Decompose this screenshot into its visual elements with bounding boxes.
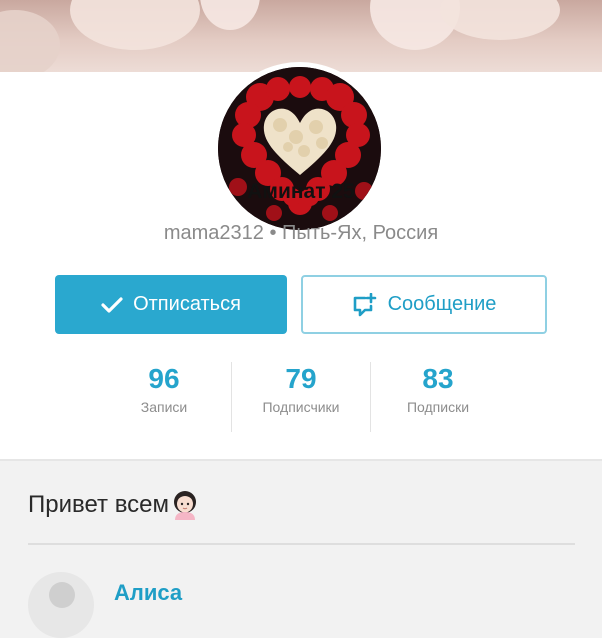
profile-status: Привет всем xyxy=(28,490,198,520)
section-divider xyxy=(0,459,602,461)
friend-avatar[interactable] xyxy=(28,572,94,638)
message-button[interactable]: Сообщение xyxy=(301,275,547,334)
profile-username: mama2312 xyxy=(163,222,264,244)
profile-avatar[interactable] xyxy=(211,62,388,239)
stat-posts-label: Записи xyxy=(140,399,188,415)
meta-separator: • xyxy=(269,222,277,244)
message-label: Сообщение xyxy=(387,293,497,315)
stat-followers[interactable]: 79 Подписчики xyxy=(246,362,356,432)
stat-following-value: 83 xyxy=(422,363,454,394)
stat-divider xyxy=(231,362,232,432)
profile-location: Пыть-Ях, Россия xyxy=(282,222,439,244)
stat-posts-value: 96 xyxy=(148,363,180,394)
profile-card: Аминат 25 mama2312 • Пыть-Ях, Россия Отп… xyxy=(0,62,602,459)
girl-emoji-icon xyxy=(172,490,198,520)
profile-name: Аминат 25 xyxy=(247,180,355,203)
stat-following-label: Подписки xyxy=(406,399,470,415)
stat-followers-label: Подписчики xyxy=(262,399,340,415)
status-divider xyxy=(28,543,575,545)
check-icon xyxy=(101,296,123,314)
status-text: Привет всем xyxy=(28,491,170,518)
profile-meta: mama2312 • Пыть-Ях, Россия xyxy=(0,222,602,245)
stat-posts[interactable]: 96 Записи xyxy=(118,362,210,432)
stat-following[interactable]: 83 Подписки xyxy=(388,362,488,432)
stat-divider xyxy=(370,362,371,432)
friend-name[interactable]: Алиса xyxy=(114,580,182,606)
rose-heart-image xyxy=(218,67,381,230)
add-message-icon xyxy=(352,292,378,317)
unsubscribe-button[interactable]: Отписаться xyxy=(55,275,287,334)
stat-followers-value: 79 xyxy=(285,363,317,394)
unsubscribe-label: Отписаться xyxy=(133,293,241,315)
